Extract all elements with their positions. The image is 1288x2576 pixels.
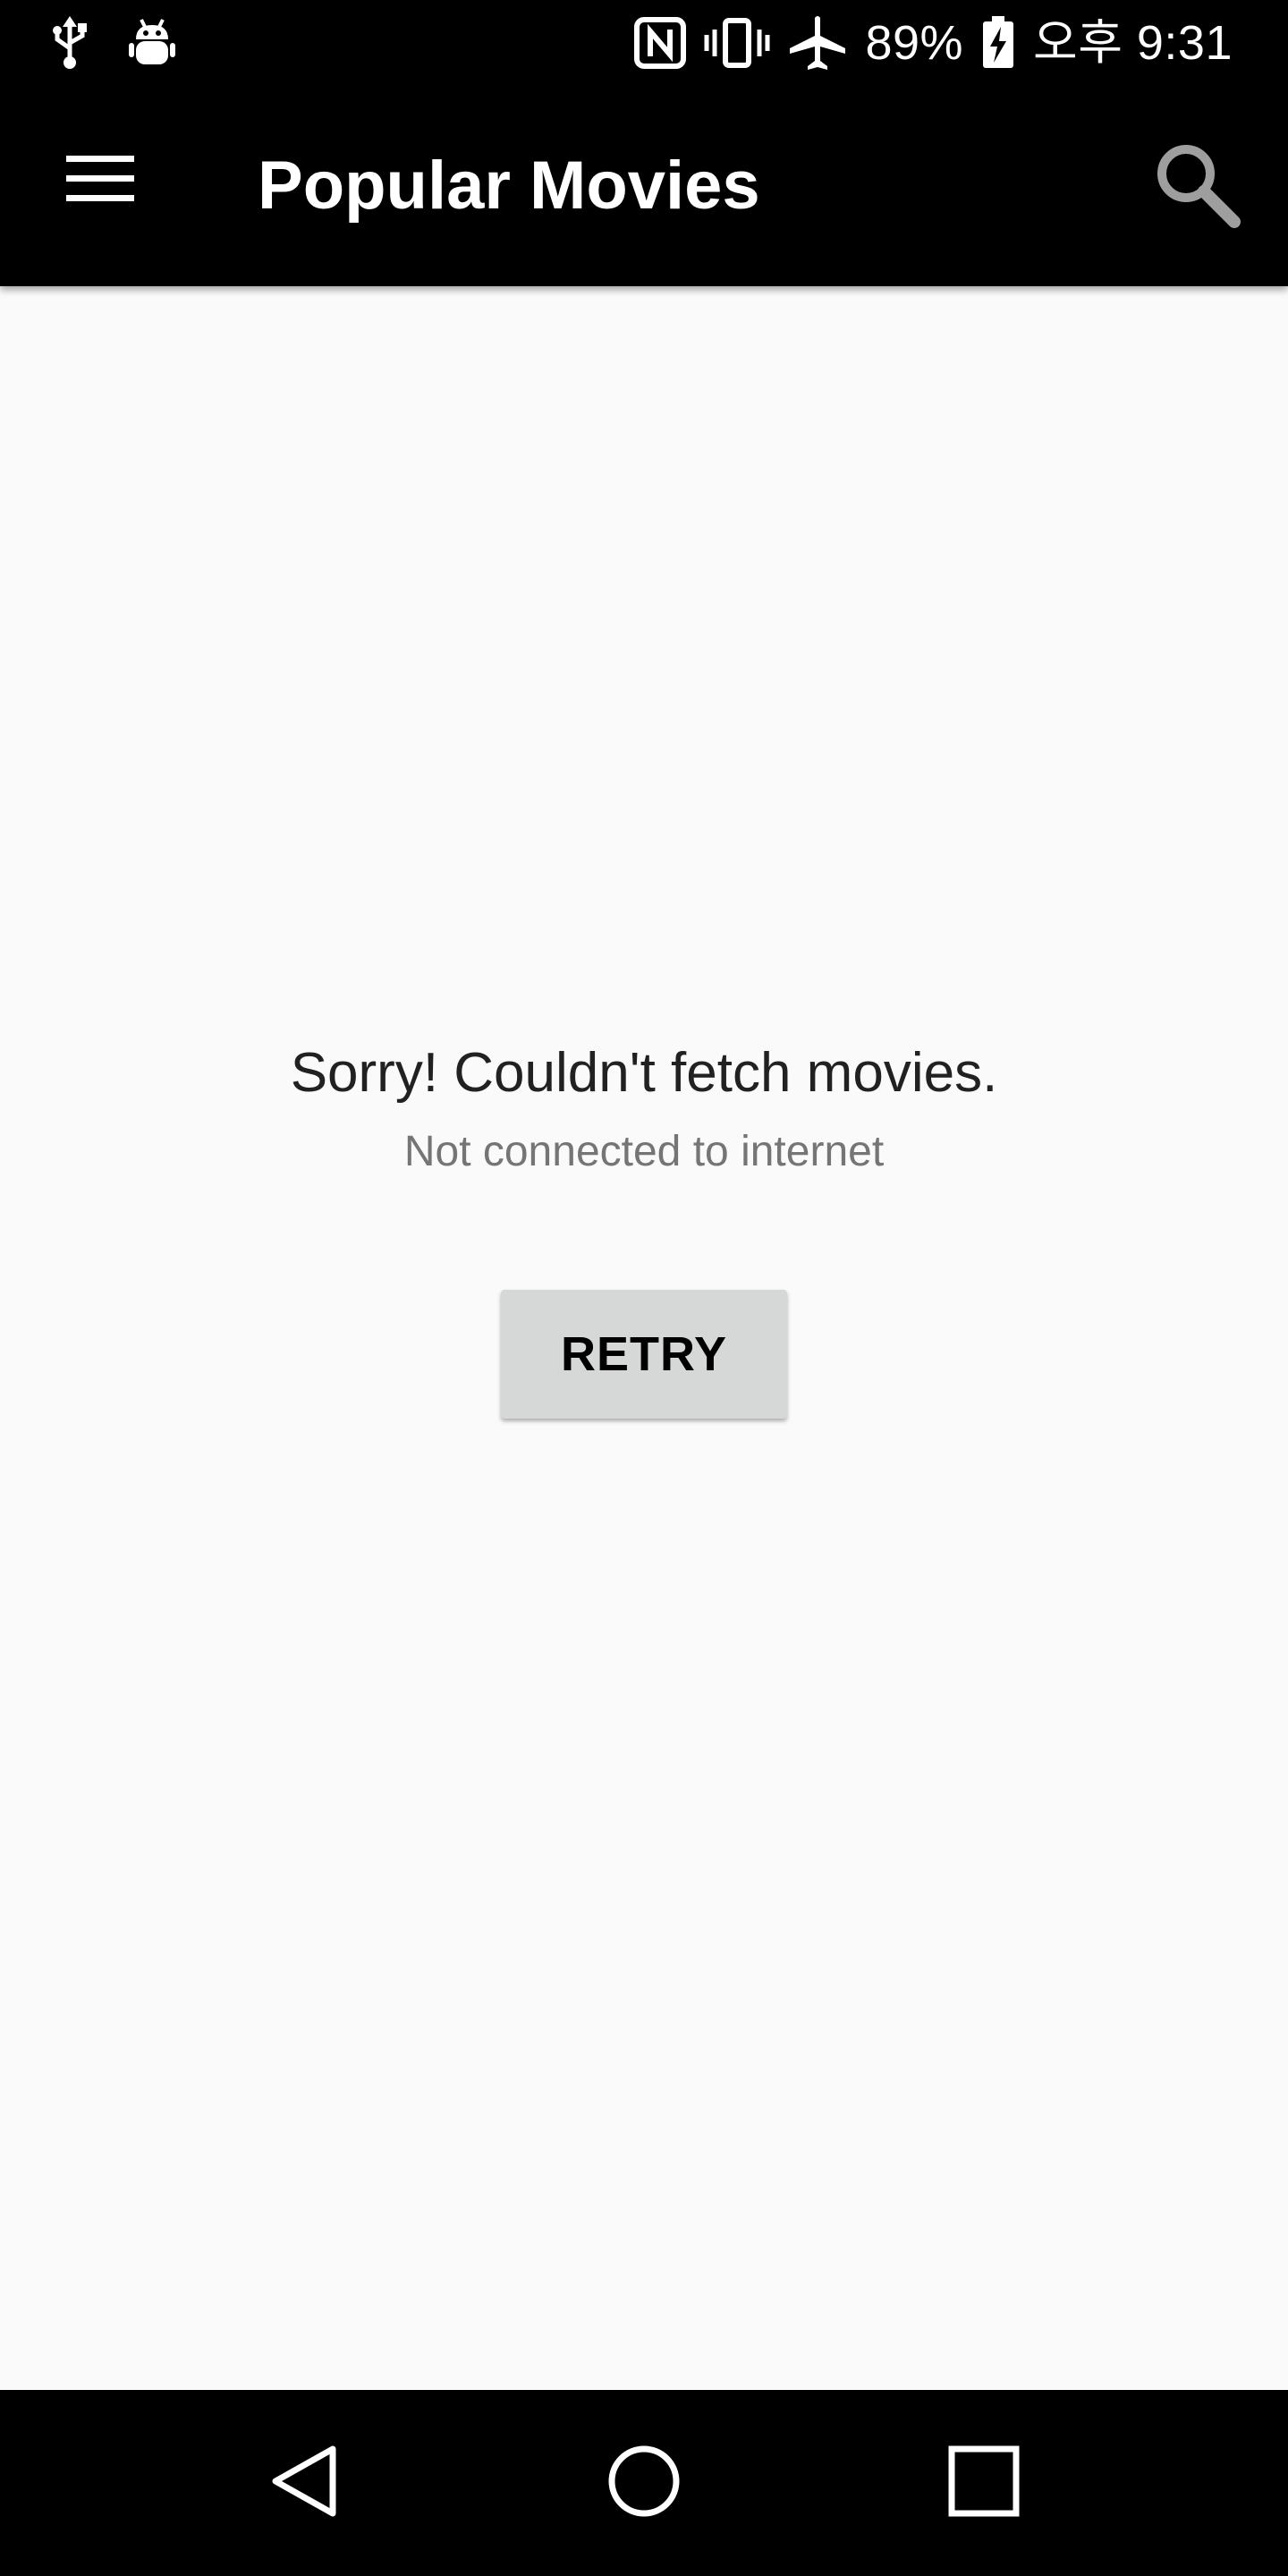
home-button[interactable] [581,2420,707,2546]
android-debug-icon [129,16,175,70]
status-left-group [50,13,175,73]
error-subtitle: Not connected to internet [403,1128,885,1175]
battery-charging-icon [981,16,1015,70]
vibrate-icon [704,17,770,69]
main-content: Sorry! Couldn't fetch movies. Not connec… [0,286,1288,2390]
nfc-icon [634,17,687,69]
back-button[interactable] [242,2420,367,2546]
home-icon [606,2444,682,2523]
status-time: 오후 9:31 [1033,16,1233,70]
recent-apps-icon [948,2445,1020,2521]
error-title: Sorry! Couldn't fetch movies. [290,1042,998,1104]
search-button[interactable] [1134,123,1259,249]
navigation-bar [0,2390,1288,2576]
retry-button[interactable]: RETRY [501,1290,787,1419]
hamburger-menu-icon [64,152,136,210]
recent-apps-button[interactable] [921,2420,1046,2546]
airplane-mode-icon [788,14,847,72]
back-icon [268,2444,340,2523]
battery-percentage: 89% [865,16,964,70]
screen: 89% 오후 9:31 Popular Movies Sorry! Couldn… [0,0,1288,2576]
app-bar: Popular Movies [0,86,1288,286]
status-right-group: 89% 오후 9:31 [634,13,1233,73]
page-title: Popular Movies [258,148,760,224]
menu-button[interactable] [43,123,157,238]
status-bar: 89% 오후 9:31 [0,0,1288,86]
search-icon [1152,140,1241,233]
usb-icon [50,16,89,70]
